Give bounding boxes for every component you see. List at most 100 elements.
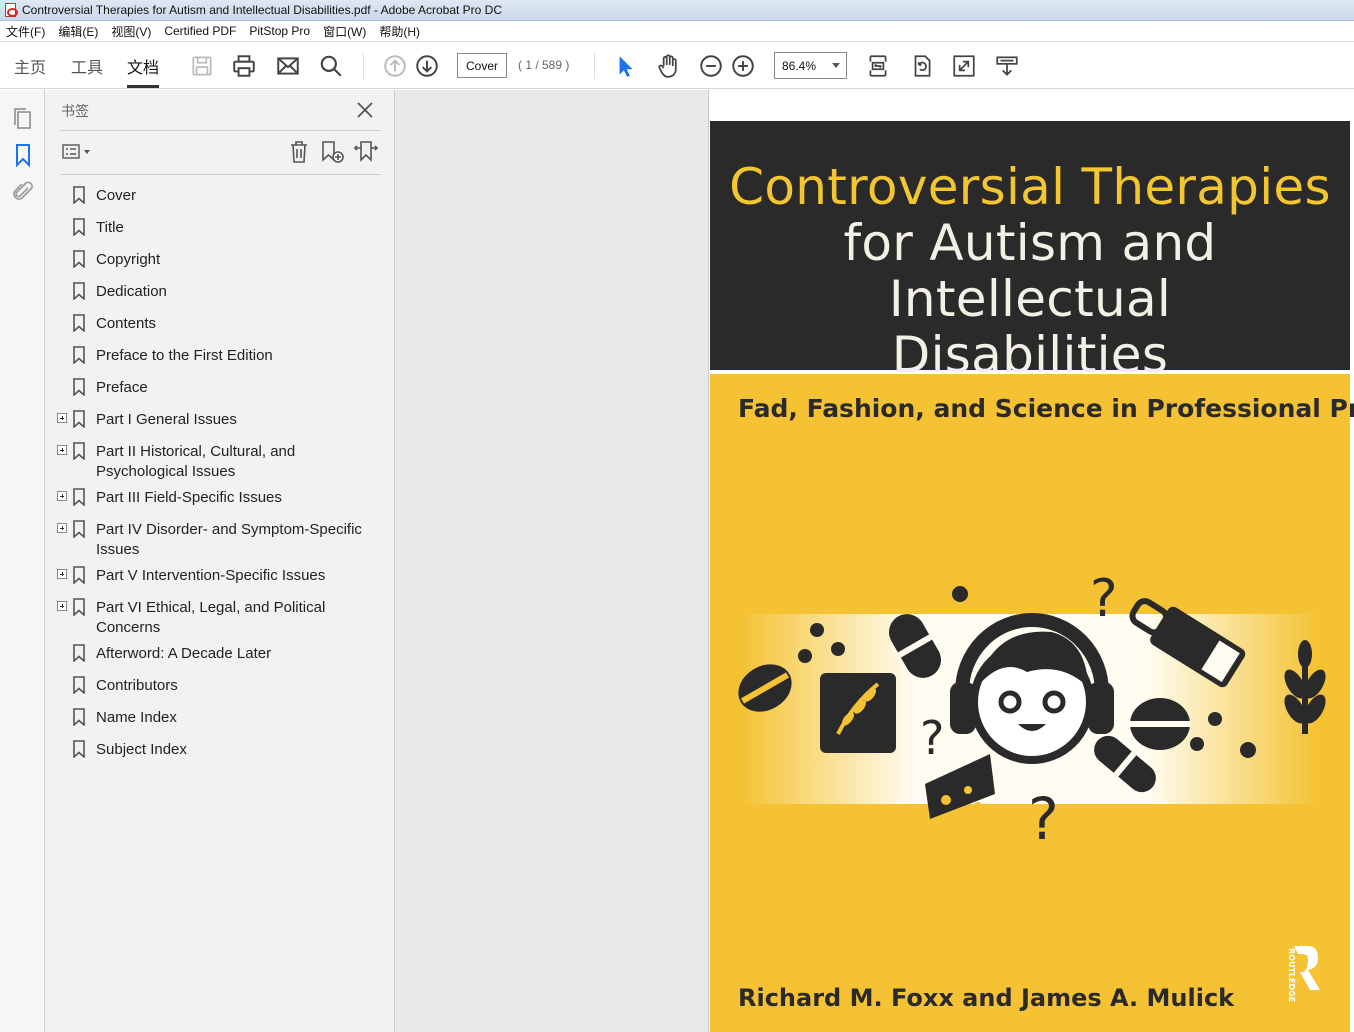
bookmark-label: Preface <box>96 379 148 396</box>
bookmark-flag-icon <box>72 218 86 237</box>
bookmark-label: Dedication <box>96 283 167 300</box>
menu-pitstop-pro[interactable]: PitStop Pro <box>249 24 310 38</box>
bookmark-label: Cover <box>96 187 137 204</box>
panel-title: 书签 <box>61 103 89 119</box>
page-number-field[interactable]: Cover <box>457 53 507 78</box>
zoom-out-icon[interactable] <box>697 52 725 80</box>
cover-yellow-block: Fad, Fashion, and Science in Professiona… <box>710 374 1354 1032</box>
expand-icon[interactable] <box>57 445 67 455</box>
bookmark-label: Copyright <box>96 251 161 268</box>
bookmark-label: Part III Field-Specific Issues <box>96 489 282 506</box>
cover-title-line: Controversial Therapies <box>729 158 1331 216</box>
expand-icon[interactable] <box>57 569 67 579</box>
close-icon[interactable] <box>354 99 376 121</box>
navigation-rail <box>0 90 45 1032</box>
menu-edit[interactable]: 编辑(E) <box>58 23 98 40</box>
bookmark-label: Part V Intervention-Specific Issues <box>96 567 326 584</box>
prev-page-icon[interactable] <box>381 52 409 80</box>
bookmark-flag-icon <box>72 598 86 617</box>
svg-text:?: ? <box>1090 569 1118 629</box>
bookmark-flag-icon <box>72 488 86 507</box>
pdf-page: Controversial Therapies for Autism and I… <box>708 90 1354 1032</box>
save-icon[interactable] <box>188 52 216 80</box>
fit-page-icon[interactable] <box>864 52 892 80</box>
bookmark-label: Part IV Disorder- and Symptom-Specific I… <box>96 521 362 558</box>
cover-title-block: Controversial Therapies for Autism and I… <box>710 121 1350 383</box>
title-bar: Controversial Therapies for Autism and I… <box>0 0 1354 21</box>
tab-tools[interactable]: 工具 <box>71 54 103 88</box>
zoom-value: 86.4% <box>782 58 817 73</box>
bookmark-label: Afterword: A Decade Later <box>96 645 272 662</box>
bookmark-options-button[interactable] <box>61 138 93 166</box>
tab-document[interactable]: 文档 <box>127 54 160 88</box>
bookmark-label: Part I General Issues <box>96 411 237 428</box>
svg-text:?: ? <box>920 711 944 765</box>
read-mode-icon[interactable] <box>993 52 1021 80</box>
bookmark-flag-icon <box>72 186 86 205</box>
tab-home[interactable]: 主页 <box>14 54 46 88</box>
bookmark-label: Part VI Ethical, Legal, and Political Co… <box>96 599 326 636</box>
bookmark-flag-icon <box>72 442 86 461</box>
bookmark-label: Contributors <box>96 677 178 694</box>
new-bookmark-button[interactable] <box>320 138 346 166</box>
fullscreen-icon[interactable] <box>950 52 978 80</box>
cover-subtitle: Fad, Fashion, and Science in Professiona… <box>738 394 1354 423</box>
menu-help[interactable]: 帮助(H) <box>379 23 420 40</box>
bookmark-flag-icon <box>72 644 86 663</box>
menu-view[interactable]: 视图(V) <box>111 23 151 40</box>
bookmark-label: Subject Index <box>96 741 187 758</box>
bookmark-flag-icon <box>72 410 86 429</box>
zoom-in-icon[interactable] <box>729 52 757 80</box>
cover-title: Controversial Therapies for Autism and I… <box>710 159 1350 383</box>
bookmark-flag-icon <box>72 250 86 269</box>
rotate-icon[interactable] <box>908 52 936 80</box>
acrobat-app-icon <box>4 3 18 17</box>
next-page-icon[interactable] <box>413 52 441 80</box>
menu-certified-pdf[interactable]: Certified PDF <box>164 24 236 38</box>
expand-icon[interactable] <box>57 491 67 501</box>
expand-icon[interactable] <box>57 523 67 533</box>
bookmark-flag-icon <box>72 520 86 539</box>
bookmark-icon[interactable] <box>10 142 36 168</box>
hand-icon[interactable] <box>654 52 682 80</box>
toolbar-separator <box>363 53 364 79</box>
attachment-icon[interactable] <box>10 178 36 204</box>
document-viewport[interactable]: Controversial Therapies for Autism and I… <box>395 90 1354 1032</box>
pages-icon[interactable] <box>10 106 36 132</box>
svg-text:?: ? <box>1028 785 1059 853</box>
menu-file[interactable]: 文件(F) <box>6 23 45 40</box>
bookmark-label: Part II Historical, Cultural, and Psycho… <box>96 443 296 480</box>
bookmark-flag-icon <box>72 282 86 301</box>
bookmark-label: Title <box>96 219 124 236</box>
bookmark-flag-icon <box>72 314 86 333</box>
print-icon[interactable] <box>230 52 258 80</box>
bookmark-flag-icon <box>72 676 86 695</box>
zoom-select[interactable]: 86.4% <box>774 52 847 79</box>
toolbar-separator <box>594 53 595 79</box>
divider <box>60 130 381 131</box>
bookmark-label: Name Index <box>96 709 177 726</box>
menu-bar: 文件(F) 编辑(E) 视图(V) Certified PDF PitStop … <box>0 21 1354 42</box>
page-count: ( 1 / 589 ) <box>518 58 570 72</box>
cover-illustration: ? ? ? <box>738 569 1326 853</box>
routledge-logo: ROUTLEDGE <box>1278 942 1322 1012</box>
cover-authors: Richard M. Foxx and James A. Mulick <box>738 984 1235 1012</box>
email-icon[interactable] <box>274 52 302 80</box>
bookmark-label: Contents <box>96 315 157 332</box>
bookmark-flag-icon <box>72 346 86 365</box>
menu-window[interactable]: 窗口(W) <box>323 23 366 40</box>
expand-icon[interactable] <box>57 601 67 611</box>
search-icon[interactable] <box>317 52 345 80</box>
select-arrow-icon[interactable] <box>611 52 639 80</box>
bookmark-label: Preface to the First Edition <box>96 347 273 364</box>
expand-icon[interactable] <box>57 413 67 423</box>
svg-text:ROUTLEDGE: ROUTLEDGE <box>1287 948 1296 1002</box>
bookmark-flag-icon <box>72 566 86 585</box>
window-title: Controversial Therapies for Autism and I… <box>22 3 503 17</box>
bookmark-properties-button[interactable] <box>352 138 380 166</box>
cover-title-line: for Autism and Intellectual <box>843 214 1217 328</box>
divider <box>60 174 381 175</box>
main-toolbar: 主页 工具 文档 <box>0 42 1354 89</box>
delete-bookmark-button[interactable] <box>287 138 311 166</box>
acrobat-window: Controversial Therapies for Autism and I… <box>0 0 1354 1032</box>
